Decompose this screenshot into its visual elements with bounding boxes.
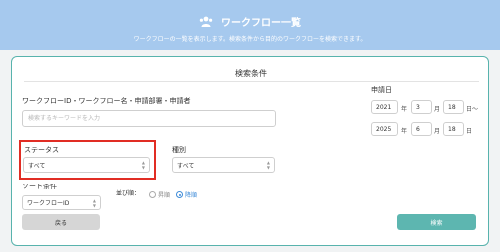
unit-range: 日〜 [466, 106, 479, 113]
unit-month: 月 [434, 128, 441, 135]
type-select-value: すべて [177, 162, 195, 170]
date-from-day-value: 18 [448, 103, 456, 111]
radio-ascending[interactable] [149, 191, 156, 198]
search-button[interactable]: 検索 [397, 214, 476, 230]
sort-select-value: ワークフローID [27, 200, 70, 207]
type-label: 種別 [172, 146, 186, 154]
date-to-year-value: 2025 [376, 125, 392, 133]
unit-month: 月 [434, 106, 441, 113]
date-label: 申請日 [371, 86, 392, 94]
date-to-day[interactable]: 18 [443, 122, 464, 136]
date-from-year-value: 2021 [376, 103, 392, 111]
chevron-down-icon: ▲ ▼ [92, 197, 96, 208]
keyword-input[interactable] [22, 110, 276, 127]
highlight-box [19, 140, 156, 180]
chevron-down-icon: ▲ ▼ [266, 160, 270, 170]
search-panel-title: 検索条件 [235, 69, 267, 78]
page-title-text: ワークフロー一覧 [221, 18, 301, 29]
back-button[interactable]: 戻る [22, 214, 100, 230]
users-icon [199, 16, 213, 27]
date-to-month[interactable]: 6 [411, 122, 432, 136]
date-from-month-value: 3 [416, 103, 420, 111]
order-label: 並び順： [116, 190, 141, 197]
page-title: ワークフロー一覧 [0, 14, 500, 29]
divider [24, 81, 479, 82]
keyword-label: ワークフローID・ワークフロー名・申請部署・申請者 [22, 97, 191, 105]
unit-day: 日 [466, 128, 473, 135]
date-to-day-value: 18 [448, 125, 456, 133]
radio-descending-label[interactable]: 降順 [185, 190, 197, 199]
order-radio-group: 昇順 降順 [149, 190, 203, 199]
radio-ascending-label[interactable]: 昇順 [158, 190, 170, 199]
date-from-year[interactable]: 2021 [371, 100, 398, 114]
date-to-month-value: 6 [416, 125, 420, 133]
sort-select[interactable]: ワークフローID ▲ ▼ [22, 195, 101, 210]
unit-year: 年 [401, 106, 408, 113]
page-subtitle: ワークフローの一覧を表示します。検索条件から目的のワークフローを検索できます。 [133, 36, 367, 43]
date-from-month[interactable]: 3 [411, 100, 432, 114]
type-select[interactable]: すべて ▲ ▼ [172, 157, 275, 173]
page-header: ワークフロー一覧 ワークフローの一覧を表示します。検索条件から目的のワークフロー… [0, 0, 500, 50]
unit-year: 年 [401, 128, 408, 135]
radio-descending[interactable] [176, 191, 184, 198]
date-to-year[interactable]: 2025 [371, 122, 398, 136]
date-from-day[interactable]: 18 [443, 100, 464, 114]
